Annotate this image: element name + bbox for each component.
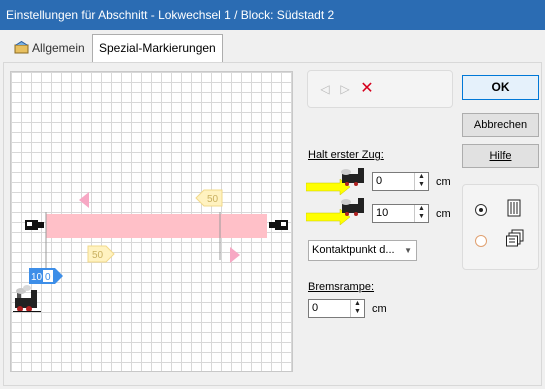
- triangle-right-icon[interactable]: ▷: [338, 81, 352, 97]
- halt-label: Halt erster Zug:: [308, 149, 384, 161]
- bremsrampe-value: 0: [312, 302, 319, 314]
- track-section: [46, 214, 267, 238]
- halt-value-1-spinner[interactable]: 0 ▲ ▼: [372, 172, 429, 191]
- halt-value-2: 10: [376, 207, 389, 219]
- yellow-marker-bottom-label: 50: [92, 250, 104, 261]
- triangle-left-icon[interactable]: ◁: [318, 81, 332, 97]
- locomotive-arrow-icon-2: [306, 198, 364, 226]
- settings-tab-icon: [14, 41, 29, 54]
- yellow-marker-bottom[interactable]: 50: [87, 245, 115, 263]
- blue-train-marker[interactable]: 10 0: [29, 268, 63, 284]
- halt-value-2-spinner[interactable]: 10 ▲ ▼: [372, 204, 429, 223]
- yellow-marker-top-label: 50: [207, 194, 219, 205]
- spin-up-icon[interactable]: ▲: [351, 300, 364, 308]
- halt-unit-2: cm: [436, 208, 451, 220]
- help-label: Hilfe: [489, 150, 512, 162]
- tab-allgemein-label: Allgemein: [32, 41, 85, 55]
- kontaktpunkt-value: Kontaktpunkt d...: [312, 244, 395, 256]
- marker-navigation: ◁ ▷ ✕: [307, 70, 453, 108]
- bremsrampe-unit: cm: [372, 303, 387, 315]
- radio-multi-view[interactable]: [475, 235, 487, 247]
- bremsrampe-spinner[interactable]: 0 ▲ ▼: [308, 299, 365, 318]
- halt-value-1: 0: [376, 175, 383, 187]
- tab-allgemein[interactable]: Allgemein: [8, 37, 91, 62]
- pink-marker-top[interactable]: [79, 192, 89, 208]
- spin-down-icon[interactable]: ▼: [415, 181, 428, 189]
- multi-block-icon: [506, 229, 524, 247]
- ok-button[interactable]: OK: [462, 75, 539, 100]
- spin-up-icon[interactable]: ▲: [415, 205, 428, 213]
- halt-label-text: Halt erster Zug:: [308, 149, 384, 161]
- radio-single-view[interactable]: [475, 204, 487, 216]
- help-button[interactable]: Hilfe: [462, 144, 539, 168]
- right-endpoint-icon[interactable]: [269, 220, 288, 230]
- diagram-canvas: 50 50 10 0: [13, 189, 288, 312]
- single-block-icon: [507, 199, 521, 217]
- spin-down-icon[interactable]: ▼: [415, 213, 428, 221]
- tab-strip: Allgemein Spezial-Markierungen: [0, 34, 545, 63]
- locomotive-icon: [13, 285, 41, 312]
- view-mode-group: [462, 184, 539, 270]
- delete-x-icon[interactable]: ✕: [360, 81, 374, 97]
- kontaktpunkt-select[interactable]: Kontaktpunkt d... ▼: [308, 240, 417, 261]
- halt-unit-1: cm: [436, 176, 451, 188]
- track-diagram[interactable]: 50 50 10 0: [10, 71, 293, 372]
- pink-marker-bottom[interactable]: [230, 247, 240, 263]
- spin-up-icon[interactable]: ▲: [415, 173, 428, 181]
- cancel-button[interactable]: Abbrechen: [462, 113, 539, 137]
- left-endpoint-icon[interactable]: [25, 220, 44, 230]
- tab-spezial-markierungen[interactable]: Spezial-Markierungen: [92, 34, 223, 63]
- yellow-marker-top[interactable]: 50: [195, 189, 223, 207]
- locomotive-arrow-icon: [306, 168, 364, 196]
- spin-down-icon[interactable]: ▼: [351, 308, 364, 316]
- blue-marker-value: 0: [45, 272, 51, 283]
- chevron-down-icon: ▼: [404, 246, 412, 255]
- bremsrampe-label-text: Bremsrampe:: [308, 281, 375, 293]
- tab-spezial-label: Spezial-Markierungen: [99, 41, 216, 55]
- bremsrampe-label: Bremsrampe:: [308, 281, 374, 293]
- blue-marker-label: 10: [31, 272, 43, 283]
- window-title: Einstellungen für Abschnitt - Lokwechsel…: [0, 0, 545, 30]
